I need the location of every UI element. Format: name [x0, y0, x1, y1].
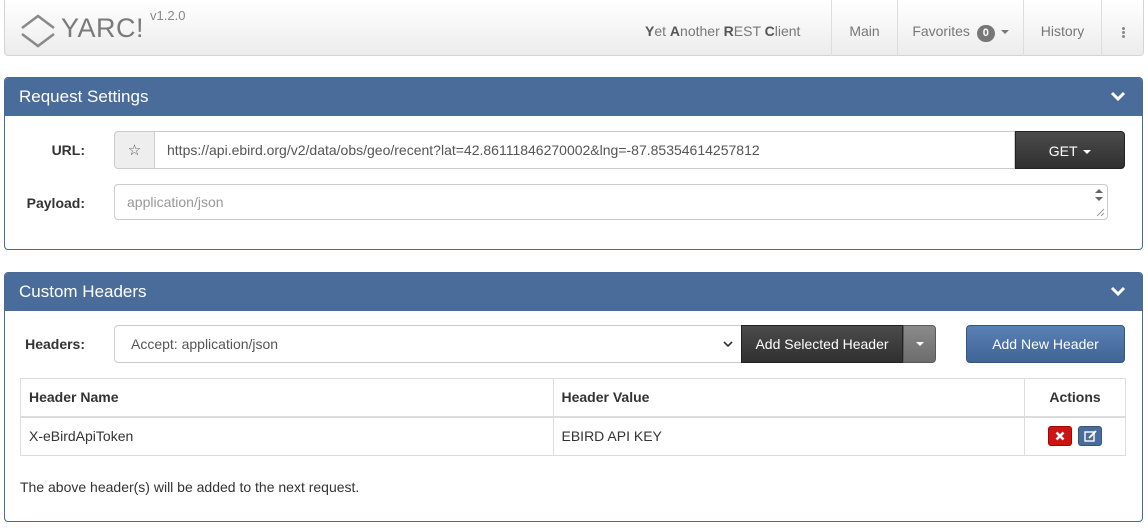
brand-version: v1.2.0 [150, 8, 186, 23]
add-selected-header-button[interactable]: Add Selected Header [741, 325, 903, 363]
add-new-header-button[interactable]: Add New Header [966, 325, 1125, 363]
column-header-actions: Actions [1024, 378, 1126, 418]
panel-title: Custom Headers [19, 282, 147, 301]
nav-main[interactable]: Main [831, 0, 897, 56]
request-settings-header[interactable]: Request Settings [5, 78, 1142, 116]
caret-down-icon [1083, 150, 1092, 154]
nav-history-label: History [1040, 23, 1085, 39]
resize-handle-icon[interactable] [1095, 207, 1105, 217]
logo-icon [21, 14, 55, 48]
panel-title: Request Settings [19, 87, 149, 106]
nav-history[interactable]: History [1023, 0, 1101, 56]
close-icon [1055, 431, 1065, 441]
edit-icon [1084, 430, 1097, 442]
column-header-name: Header Name [20, 378, 554, 418]
delete-header-button[interactable] [1048, 426, 1073, 447]
column-header-value: Header Value [552, 378, 1026, 418]
add-new-header-label: Add New Header [992, 336, 1099, 352]
url-label: URL: [51, 142, 85, 158]
nav-more-menu[interactable] [1101, 0, 1145, 56]
headers-note: The above header(s) will be added to the… [20, 479, 360, 495]
header-value-cell: EBIRD API KEY [552, 416, 1026, 456]
nav-favorites-dropdown[interactable]: Favorites 0 [897, 0, 1023, 56]
app-tagline: Yet Another REST Client [645, 23, 801, 39]
headers-label: Headers: [25, 336, 85, 352]
vertical-dots-icon [1122, 26, 1125, 39]
caret-down-icon [915, 342, 924, 346]
request-settings-panel: Request Settings URL: ☆ https://api.ebir… [4, 77, 1143, 250]
nav-favorites-label: Favorites [912, 23, 970, 39]
method-label: GET [1048, 143, 1078, 159]
method-dropdown-button[interactable]: GET [1015, 131, 1125, 169]
url-input-group: ☆ https://api.ebird.org/v2/data/obs/geo/… [114, 131, 1125, 169]
spinner-arrows-icon[interactable] [1094, 187, 1104, 203]
actions-cell [1024, 416, 1126, 456]
star-favorite-icon[interactable]: ☆ [114, 131, 154, 169]
headers-select[interactable]: Accept: application/json [114, 325, 742, 363]
chevron-down-icon[interactable] [1110, 285, 1126, 297]
table-row: X-eBirdApiToken EBIRD API KEY [20, 416, 1126, 456]
chevron-down-icon [723, 341, 733, 348]
edit-header-button[interactable] [1077, 426, 1102, 447]
header-name-cell: X-eBirdApiToken [20, 416, 554, 456]
table-header-row: Header Name Header Value Actions [20, 378, 1126, 418]
selected-header: Accept: application/json [131, 336, 279, 352]
add-selected-header-label: Add Selected Header [755, 336, 889, 352]
add-selected-header-dropdown[interactable] [903, 325, 936, 363]
nav-main-label: Main [849, 23, 880, 39]
custom-headers-header[interactable]: Custom Headers [5, 273, 1142, 311]
brand[interactable]: YARC! v1.2.0 [19, 8, 186, 48]
brand-name: YARC! [61, 13, 145, 43]
chevron-down-icon[interactable] [1110, 90, 1126, 102]
favorites-count-badge: 0 [976, 25, 995, 42]
payload-label: Payload: [26, 195, 85, 211]
caret-down-icon [1000, 30, 1009, 34]
payload-textarea[interactable]: application/json [114, 184, 1108, 220]
headers-table: Header Name Header Value Actions X-eBird… [20, 378, 1126, 456]
custom-headers-panel: Custom Headers Headers: Accept: applicat… [4, 272, 1143, 522]
navbar: YARC! v1.2.0 Yet Another REST Client Mai… [4, 0, 1144, 56]
payload-placeholder: application/json [127, 194, 224, 210]
url-input[interactable]: https://api.ebird.org/v2/data/obs/geo/re… [154, 131, 1015, 169]
